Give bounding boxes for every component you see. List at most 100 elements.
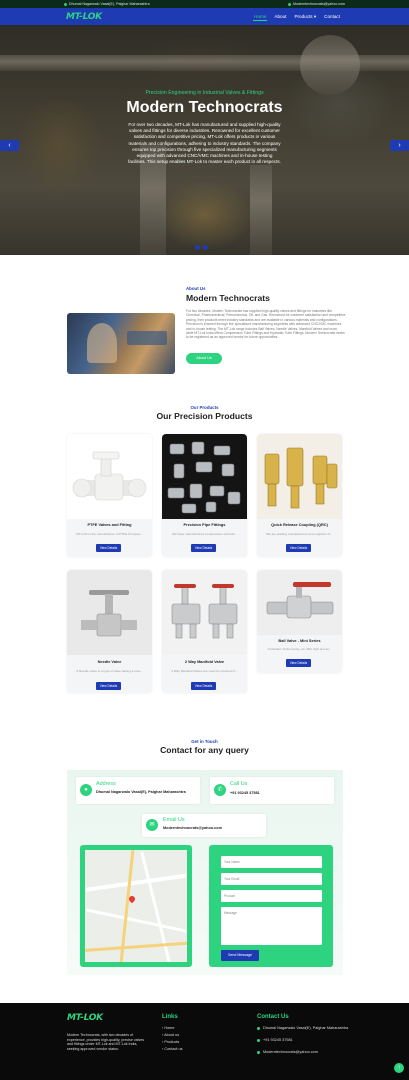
send-message-button[interactable]: Send Message (221, 950, 259, 961)
hero-description: For over two decades, MT-Lok has manufac… (128, 122, 281, 165)
footer-address: Dhumal Nagarwalo Vasai(E), Palghar Mahar… (257, 1026, 348, 1030)
footer-link-contact-label[interactable]: Contact us (164, 1047, 182, 1051)
mail-icon (288, 2, 291, 6)
address-label: Address (96, 781, 116, 787)
address-value: Dhumal Nagarwalo Vasai(E), Palghar Mahar… (96, 790, 186, 794)
products-eyebrow: Our Products (190, 405, 219, 410)
hero-carousel: Precision Engineering in Industrial Valv… (0, 25, 409, 255)
product-image-needle-valve (67, 570, 152, 655)
product-desc: We are leading manufacturers and supplie… (266, 532, 333, 536)
location-icon (64, 2, 67, 6)
mail-icon (257, 1050, 260, 1054)
product-card: Quick Release Coupling (QRC) We are lead… (257, 434, 342, 557)
map-pin-icon (127, 894, 137, 904)
phone-value[interactable]: +91 93245 37581 (230, 791, 260, 796)
logo-text[interactable]: MT-LOK (66, 12, 102, 22)
email-box: ✉ Email Us Moderntechnocrats@yahoo.com (142, 814, 266, 837)
top-info-bar: Dhumal Nagarwalo Vasai(E), Palghar Mahar… (0, 0, 409, 8)
map-road (85, 908, 187, 935)
carousel-dot[interactable] (195, 245, 200, 250)
footer-contact-heading: Contact Us (257, 1014, 289, 1020)
about-eyebrow: About Us (186, 286, 206, 291)
product-card: Precision Pipe Fittings We have manufact… (162, 434, 247, 557)
view-details-button[interactable]: View Details (96, 682, 121, 690)
footer-link-about[interactable]: › About us (162, 1033, 179, 1037)
footer-link-home[interactable]: › Home (162, 1026, 174, 1030)
footer-about: Modern Technocrats, with two decades of … (67, 1033, 145, 1051)
footer-phone-text[interactable]: +91 93245 37581 (263, 1038, 293, 1042)
topbar-email[interactable]: Moderntechnocrats@yahoo.com (288, 2, 345, 6)
email-value[interactable]: Moderntechnocrats@yahoo.com (163, 826, 222, 831)
nav-link-about[interactable]: About (273, 13, 287, 21)
footer-links-heading: Links (162, 1014, 178, 1020)
location-map[interactable] (80, 845, 192, 967)
topbar-address-text: Dhumal Nagarwalo Vasai(E), Palghar Mahar… (69, 2, 150, 6)
topbar-address: Dhumal Nagarwalo Vasai(E), Palghar Mahar… (64, 2, 150, 6)
product-desc: MT-LOK is the manufacturer of PTFE Compo… (76, 532, 143, 536)
contact-title: Contact for any query (160, 745, 249, 755)
view-details-button[interactable]: View Details (191, 544, 216, 552)
main-navbar: MT-LOK Home About Products ▾ Contact (0, 8, 409, 25)
footer-phone[interactable]: +91 93245 37581 (257, 1038, 293, 1042)
product-name: Ball Valve - Mini Series (278, 638, 321, 643)
footer-logo[interactable]: MT-LOK (67, 1013, 103, 1023)
footer-link-products[interactable]: › Products (162, 1040, 179, 1044)
location-icon (257, 1026, 260, 1030)
product-image-ptfe-valve (67, 434, 152, 519)
contact-form: Your Name Your Email Product Message Sen… (209, 845, 333, 967)
map-road (140, 851, 173, 962)
location-icon: ● (80, 784, 92, 796)
product-desc: A Needle valve is a type of valve having… (76, 669, 143, 673)
product-input[interactable]: Product (221, 890, 322, 902)
view-details-button[interactable]: View Details (191, 682, 216, 690)
product-image-ball-valve (257, 570, 342, 635)
footer-link-about-label[interactable]: About us (164, 1033, 179, 1037)
email-label: Email Us (163, 817, 185, 823)
topbar-email-text[interactable]: Moderntechnocrats@yahoo.com (293, 2, 345, 6)
nav-link-contact[interactable]: Contact (323, 13, 341, 21)
nav-link-home[interactable]: Home (253, 13, 268, 21)
about-image (67, 313, 175, 374)
product-desc: 2 Way Manifold Valves are used for press… (171, 669, 238, 673)
carousel-prev-button[interactable]: ‹ (0, 140, 19, 151)
carousel-dot[interactable] (203, 245, 208, 250)
product-card: 2 Way Manifold Valve 2 Way Manifold Valv… (162, 570, 247, 693)
product-card: Needle Valve A Needle valve is a type of… (67, 570, 152, 693)
products-title: Our Precision Products (156, 411, 253, 421)
view-details-button[interactable]: View Details (286, 544, 311, 552)
footer-link-home-label[interactable]: Home (164, 1026, 174, 1030)
hero-title: Modern Technocrats (126, 99, 283, 116)
product-name: Precision Pipe Fittings (183, 522, 226, 527)
footer-address-text: Dhumal Nagarwalo Vasai(E), Palghar Mahar… (263, 1026, 349, 1030)
email-input[interactable]: Your Email (221, 873, 322, 885)
phone-icon (257, 1038, 260, 1042)
footer-email-text[interactable]: Moderntechnocrats@yahoo.com (263, 1050, 318, 1054)
call-label: Call Us (230, 781, 248, 787)
footer-link-contact[interactable]: › Contact us (162, 1047, 182, 1051)
about-us-button[interactable]: About Us (186, 353, 222, 364)
product-image-pipe-fittings (162, 434, 247, 519)
about-image-machine (127, 331, 167, 345)
site-logo[interactable]: MT-LOK (66, 12, 102, 22)
carousel-next-button[interactable]: › (390, 140, 409, 151)
about-title: Modern Technocrats (186, 293, 270, 303)
map-highway (85, 941, 187, 952)
product-name: Needle Valve (97, 659, 122, 664)
product-card: Ball Valve - Mini Series At Modern Techn… (257, 570, 342, 673)
phone-icon: ✆ (214, 784, 226, 796)
address-box: ● Address Dhumal Nagarwalo Vasai(E), Pal… (76, 777, 200, 804)
view-details-button[interactable]: View Details (286, 659, 311, 667)
mail-icon: ✉ (146, 819, 158, 831)
footer-email[interactable]: Moderntechnocrats@yahoo.com (257, 1050, 318, 1054)
name-input[interactable]: Your Name (221, 856, 322, 868)
footer-link-products-label[interactable]: Products (164, 1040, 179, 1044)
hero-subtitle: Precision Engineering in Industrial Valv… (145, 90, 264, 96)
product-name: Quick Release Coupling (QRC) (271, 522, 328, 527)
product-name: PTFE Valves and Fitting (87, 522, 132, 527)
message-textarea[interactable]: Message (221, 907, 322, 945)
nav-links: Home About Products ▾ Contact (253, 13, 341, 21)
nav-link-products[interactable]: Products ▾ (293, 13, 317, 21)
view-details-button[interactable]: View Details (96, 544, 121, 552)
carousel-indicators (195, 245, 208, 250)
back-to-top-button[interactable]: ↑ (394, 1063, 404, 1073)
